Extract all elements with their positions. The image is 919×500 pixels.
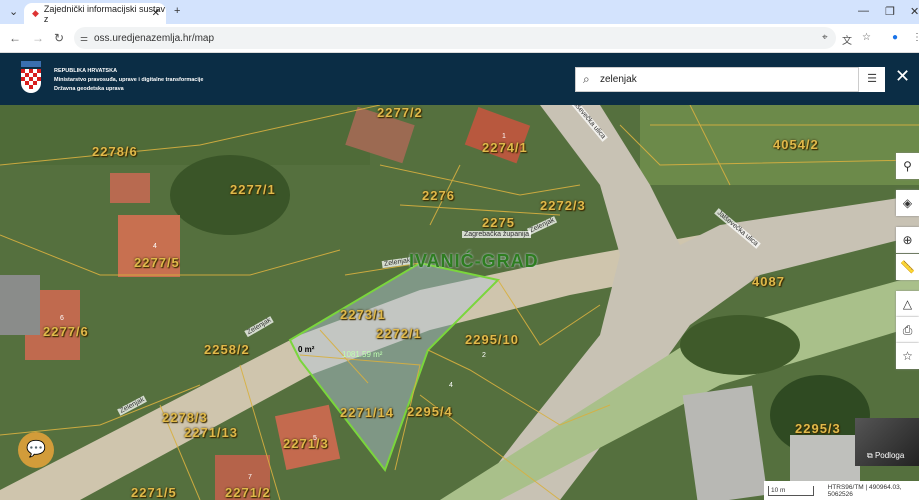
house-number: 1 <box>502 133 506 140</box>
house-number: 7 <box>248 474 252 481</box>
location-button[interactable]: ⚲ <box>896 153 919 179</box>
header-line-3: Državna geodetska uprava <box>54 86 124 92</box>
location-off-icon[interactable]: ⌖ <box>822 32 828 43</box>
croatian-coat-of-arms-logo <box>21 61 41 93</box>
parcel-label: 2271/3 <box>283 436 329 451</box>
scale-label: 10 m <box>768 485 814 496</box>
chat-button[interactable]: 💬 <box>18 432 54 468</box>
restore-icon[interactable]: ❐ <box>885 5 895 18</box>
minimize-icon[interactable]: — <box>858 5 869 17</box>
parcel-label: 2272/3 <box>540 198 586 213</box>
street-label: Zagrebačka županija <box>462 231 531 238</box>
star-icon: ☆ <box>902 349 913 363</box>
parcel-label: 2258/2 <box>204 342 250 357</box>
parcel-label: 4054/2 <box>773 137 819 152</box>
parcel-label: 2275 <box>482 215 515 230</box>
parcel-label: 2271/13 <box>184 425 238 440</box>
parcel-label: 2273/1 <box>340 307 386 322</box>
measure-button[interactable]: 📏 <box>896 254 919 280</box>
header-line-1: REPUBLIKA HRVATSKA <box>54 68 118 74</box>
header-line-2: Ministarstvo pravosuđa, uprave i digital… <box>54 77 204 83</box>
area-measurement: 1081.59 m² <box>342 350 383 359</box>
layers-icon: ◈ <box>902 196 913 210</box>
close-window-icon[interactable]: ✕ <box>910 5 919 18</box>
coordinates-readout: HTRS96/TM | 490964.03, 5062526 <box>827 483 902 498</box>
filter-button[interactable]: ☰ <box>859 67 885 92</box>
shapes-icon: △ <box>902 297 913 311</box>
address-bar-row: ← → ↻ ⚌ oss.uredjenazemlja.hr/map ⌖ 文 ☆ ●… <box>0 24 919 53</box>
search-icon: ⌕ <box>583 72 590 86</box>
house-number: 6 <box>60 315 64 322</box>
tab-title: Zajednički informacijski sustav z <box>43 3 165 24</box>
parcel-label: 2295/4 <box>407 404 453 419</box>
basemap-toggle[interactable]: ⧉ Podloga <box>855 418 919 466</box>
city-label: IVANIĆ-GRAD <box>409 251 539 271</box>
house-number: 4 <box>449 382 453 389</box>
house-number: 2 <box>482 352 486 359</box>
shapes-button[interactable]: △ <box>896 291 919 317</box>
scale-bar: 10 m HTRS96/TM | 490964.03, 5062526 <box>764 481 919 500</box>
favorites-button[interactable]: ☆ <box>896 343 919 369</box>
favicon-icon: ◆ <box>32 8 39 18</box>
parcel-label: 2277/2 <box>377 105 423 120</box>
browser-tab[interactable]: ◆ Zajednički informacijski sustav z ✕ <box>24 3 166 24</box>
tab-list-icon[interactable]: ⌄ <box>9 5 18 18</box>
url-input[interactable]: ⚌ oss.uredjenazemlja.hr/map <box>74 27 836 49</box>
search-value: zelenjak <box>600 74 637 85</box>
house-number: 4 <box>153 243 157 250</box>
search-location-icon: ⊕ <box>902 233 913 247</box>
house-number: 5 <box>313 435 317 442</box>
print-button[interactable]: ⎙ <box>896 317 919 343</box>
chat-bubble-icon: 💬 <box>26 441 46 458</box>
parcel-label: 2278/3 <box>162 410 208 425</box>
parcel-label: 2276 <box>422 188 455 203</box>
sliders-icon: ☰ <box>867 73 877 85</box>
site-info-icon[interactable]: ⚌ <box>80 33 88 44</box>
forward-icon[interactable]: → <box>32 31 44 45</box>
translate-icon[interactable]: 文 <box>842 32 852 47</box>
basemap-label: Podloga <box>874 451 905 460</box>
ruler-icon: 📏 <box>900 260 915 274</box>
parcel-label: 2295/10 <box>465 332 519 347</box>
parcel-label: 2277/5 <box>134 255 180 270</box>
map-canvas[interactable]: 2277/2 2274/1 2278/6 2277/1 2276 2275 22… <box>0 105 919 500</box>
header-title: REPUBLIKA HRVATSKA Ministarstvo pravosuđ… <box>54 67 203 94</box>
back-icon[interactable]: ← <box>9 31 21 45</box>
parcel-label: 4087 <box>752 274 785 289</box>
new-tab-icon[interactable]: + <box>174 5 180 17</box>
parcel-label: 2272/1 <box>376 326 422 341</box>
parcel-label: 2271/14 <box>340 405 394 420</box>
parcel-label: 2274/1 <box>482 140 528 155</box>
profile-icon[interactable]: ● <box>892 32 898 43</box>
map-pin-icon: ⚲ <box>903 159 912 173</box>
url-text: oss.uredjenazemlja.hr/map <box>94 32 215 44</box>
print-icon: ⎙ <box>902 323 913 337</box>
reload-icon[interactable]: ↻ <box>54 31 64 45</box>
parcel-label: 2271/2 <box>225 485 271 500</box>
search-input[interactable]: ⌕ zelenjak <box>575 67 859 92</box>
zero-area-measurement: 0 m² <box>298 345 315 354</box>
close-tab-icon[interactable]: ✕ <box>152 8 160 19</box>
parcel-label: 2295/3 <box>795 421 841 436</box>
basemap-icon: ⧉ <box>867 451 875 460</box>
bookmark-star-icon[interactable]: ☆ <box>862 32 871 43</box>
parcel-label: 2278/6 <box>92 144 138 159</box>
parcel-label: 2277/1 <box>230 182 276 197</box>
tab-bar: ⌄ ◆ Zajednički informacijski sustav z ✕ + … <box>0 0 919 24</box>
parcel-label: 2271/5 <box>131 485 177 500</box>
parcel-label: 2277/6 <box>43 324 89 339</box>
layers-button[interactable]: ◈ <box>896 190 919 216</box>
map-imagery <box>0 105 919 500</box>
zoom-search-button[interactable]: ⊕ <box>896 227 919 253</box>
menu-icon[interactable]: ⋮ <box>912 32 919 43</box>
close-search-button[interactable]: ✕ <box>895 66 910 87</box>
